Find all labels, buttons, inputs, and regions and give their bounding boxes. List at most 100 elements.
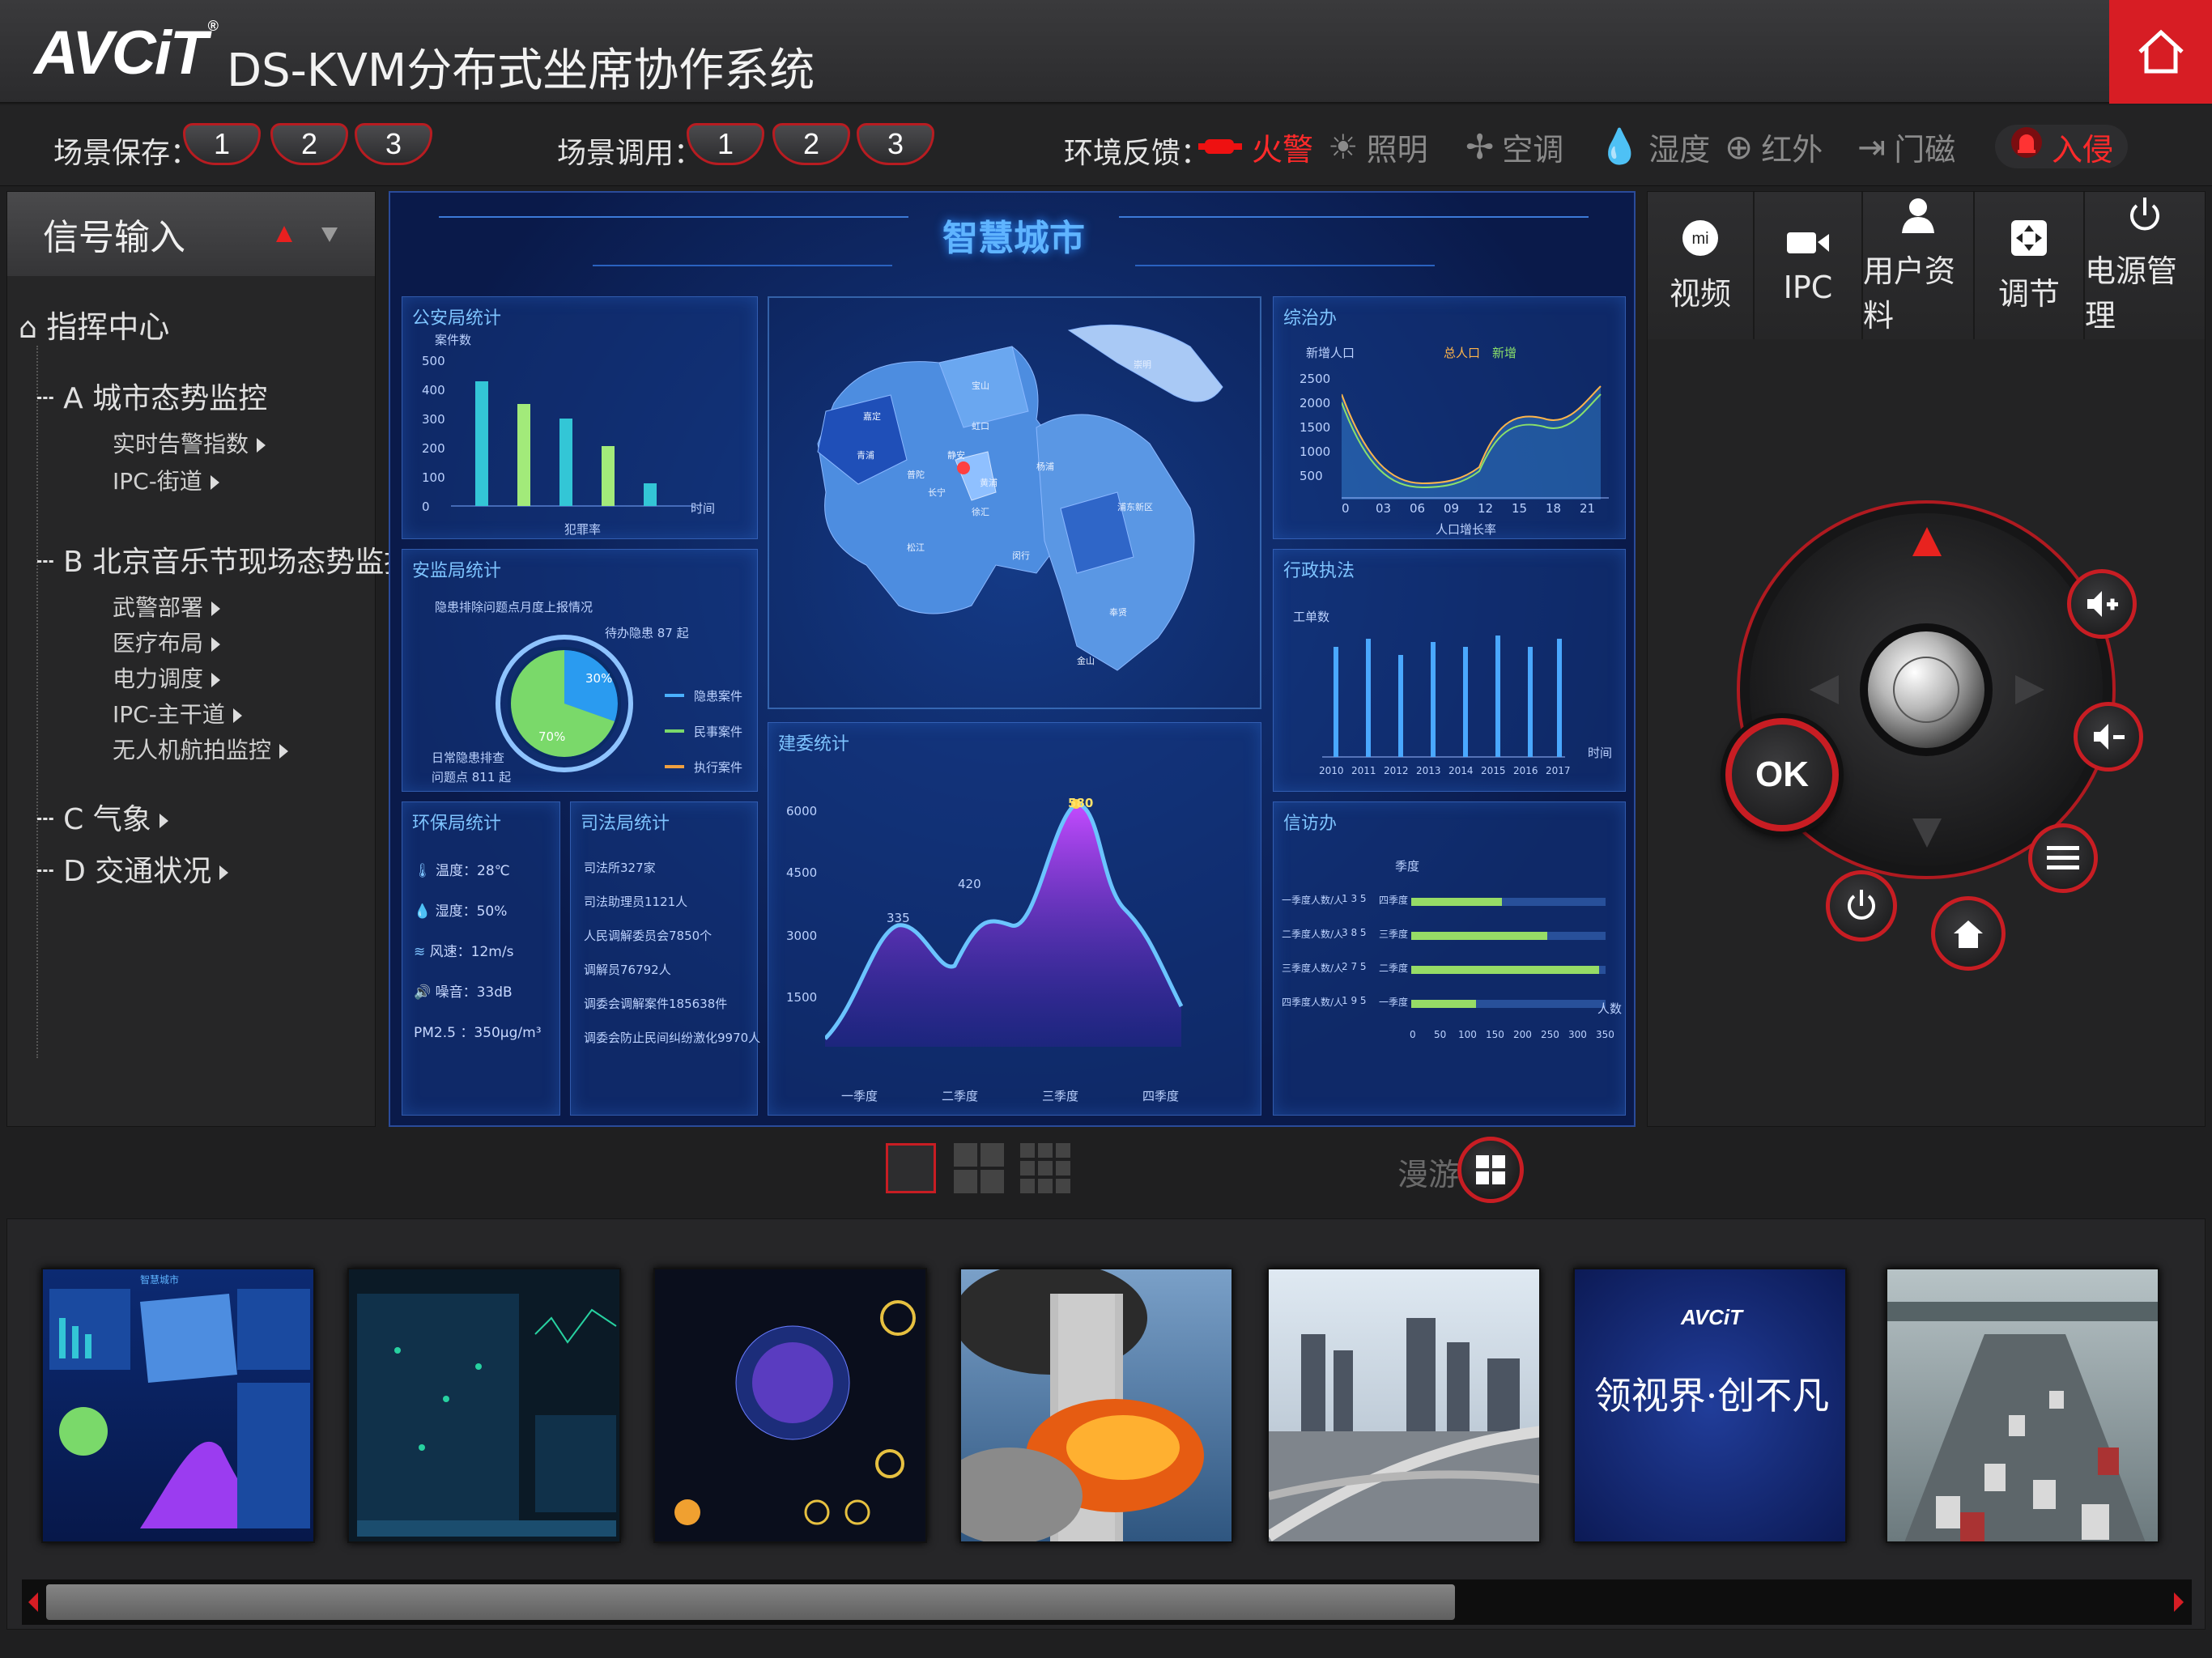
ok-button[interactable]: OK: [1725, 718, 1839, 831]
safety-daily: 日常隐患排查: [432, 750, 505, 765]
scene-recall-2-button[interactable]: 2: [772, 123, 850, 165]
arrow-up-icon[interactable]: [1909, 524, 1945, 559]
remote-home-button[interactable]: [1931, 896, 2006, 971]
env-aircon-button[interactable]: ✢ 空调: [1465, 125, 1563, 168]
tree-item-police[interactable]: 武警部署: [113, 590, 221, 623]
sort-up-icon[interactable]: [274, 224, 294, 244]
tab-user-profile[interactable]: 用户资料: [1863, 192, 1975, 339]
caret-right-icon: [159, 814, 168, 828]
volume-down-icon: [2094, 724, 2125, 750]
volume-down-button[interactable]: [2074, 702, 2143, 772]
safety-donut-chart: [496, 635, 633, 772]
law-bar: [1398, 655, 1403, 757]
env-light-button[interactable]: ☀ 照明: [1328, 125, 1428, 168]
fan-icon: ✢: [1465, 126, 1495, 167]
map-label: 黄浦: [980, 478, 998, 488]
map-label: 奉贤: [1109, 607, 1127, 618]
home-button[interactable]: [2109, 0, 2212, 104]
caret-right-icon: [211, 673, 221, 687]
tab-video[interactable]: mi 视频: [1648, 192, 1755, 339]
menu-button[interactable]: [2028, 823, 2098, 893]
mi-icon: mi: [1682, 219, 1718, 256]
petition-xtick: 150: [1486, 1029, 1504, 1040]
gov-ytick: 1500: [1300, 420, 1331, 435]
tree-item-power[interactable]: 电力调度: [113, 661, 221, 694]
map-label: 杨浦: [1036, 461, 1054, 472]
scrollbar-thumb[interactable]: [46, 1584, 1455, 1620]
thumbnail-avcit-poster[interactable]: AVCiT 领视界·创不凡: [1573, 1268, 1847, 1543]
scene-recall-3-button[interactable]: 3: [857, 123, 934, 165]
thumbnail-traffic-jam[interactable]: [1886, 1268, 2159, 1543]
env-fire-button[interactable]: 火警: [1197, 125, 1313, 168]
build-xtick: 四季度: [1142, 1089, 1180, 1103]
tree-item-medical[interactable]: 医疗布局: [113, 626, 221, 658]
speaker-icon: 🔊: [414, 984, 432, 1001]
tab-ipc[interactable]: IPC: [1755, 192, 1863, 339]
thumbnail-map-dashboard[interactable]: [347, 1268, 621, 1543]
scene-save-label: 场景保存：: [53, 137, 200, 170]
power-button[interactable]: [1826, 870, 1897, 942]
volume-up-button[interactable]: [2067, 569, 2137, 639]
layout-1x1-button[interactable]: [886, 1143, 936, 1193]
law-enforcement-panel: 行政执法 工单数 2010 2011 2012 2013 2014 2015 2…: [1273, 549, 1626, 792]
menu-icon: [2047, 846, 2079, 869]
scroll-right-icon[interactable]: [2172, 1591, 2187, 1613]
roam-button[interactable]: [1457, 1137, 1524, 1203]
arrow-down-icon[interactable]: [1909, 815, 1945, 851]
tree-item-ipc-main-road[interactable]: IPC-主干道: [113, 697, 242, 729]
light-icon: ☀: [1328, 126, 1359, 167]
layout-2x2-button[interactable]: [954, 1143, 1004, 1193]
gov-ylabel: 新增人口: [1306, 346, 1355, 360]
law-ylabel: 工单数: [1293, 610, 1330, 624]
tab-adjust[interactable]: 调节: [1975, 192, 2085, 339]
layout-bar: 漫游: [0, 1132, 2212, 1213]
scroll-left-icon[interactable]: [25, 1591, 40, 1613]
layout-3x3-button[interactable]: [1020, 1143, 1070, 1193]
thumbnail-smart-city[interactable]: 智慧城市: [41, 1268, 315, 1543]
tab-power-management[interactable]: 电源管理: [2085, 192, 2205, 339]
gov-xlabel: 人口增长率: [1436, 522, 1497, 537]
smart-city-dashboard-preview[interactable]: 智慧城市 公安局统计 案件数 500 400 300 200 100 0 时间 …: [389, 191, 1636, 1127]
app-title: DS-KVM分布式坐席协作系统: [227, 45, 815, 97]
tree-item-drone[interactable]: 无人机航拍监控: [113, 733, 289, 765]
tree-item-alert-index[interactable]: 实时告警指数: [113, 427, 266, 459]
police-bar: [644, 483, 657, 506]
thumbnail-scrollbar[interactable]: [22, 1579, 2192, 1625]
gov-xtick: 18: [1546, 501, 1562, 516]
tree-group-b[interactable]: ┄ B 北京音乐节现场态势监控: [36, 538, 413, 580]
env-infrared-button[interactable]: ⊕ 红外: [1725, 125, 1823, 168]
tree-root[interactable]: ⌂ 指挥中心: [19, 302, 169, 346]
tree-item-ipc-street[interactable]: IPC-街道: [113, 464, 219, 496]
map-label: 崇明: [1134, 359, 1151, 370]
justice-line: 司法所327家: [584, 861, 656, 875]
tree-group-c[interactable]: ┄ C 气象: [36, 796, 168, 838]
construction-title: 建委统计: [778, 734, 850, 755]
scene-save-2-button[interactable]: 2: [270, 123, 348, 165]
thumbnail-fire-tower[interactable]: [959, 1268, 1233, 1543]
build-ytick: 1500: [786, 990, 818, 1005]
justice-line: 调解员76792人: [584, 963, 671, 977]
arrow-right-icon[interactable]: [2012, 672, 2048, 708]
law-xtick: 2015: [1481, 765, 1506, 776]
gov-xtick: 0: [1342, 501, 1350, 516]
power-icon: [1848, 890, 1875, 920]
env-intrusion-button[interactable]: 入侵: [1995, 125, 2129, 168]
petition-xtick: 0: [1410, 1029, 1416, 1040]
signal-input-header[interactable]: 信号输入: [7, 192, 375, 276]
sort-down-icon[interactable]: [320, 226, 339, 244]
env-temp: 🌡 温度：28℃: [414, 863, 510, 879]
scene-save-3-button[interactable]: 3: [355, 123, 432, 165]
caret-right-icon: [279, 744, 289, 759]
law-bar: [1463, 647, 1468, 757]
arrow-left-icon[interactable]: [1806, 672, 1842, 708]
tree-group-a[interactable]: ┄ A 城市态势监控: [36, 375, 267, 417]
thumbnail-globe-dashboard[interactable]: [653, 1268, 927, 1543]
tree-group-d[interactable]: ┄ D 交通状况: [36, 848, 229, 890]
thumbnail-city-overpass[interactable]: [1267, 1268, 1541, 1543]
env-door-button[interactable]: ⇥ 门磁: [1857, 125, 1955, 168]
env-humidity: 💧 湿度：50%: [414, 903, 508, 920]
volume-up-icon: [2087, 591, 2118, 617]
law-bar: [1528, 647, 1533, 757]
grid-2x2-icon: [954, 1143, 1004, 1193]
env-humidity-button[interactable]: 💧 湿度: [1598, 125, 1710, 168]
